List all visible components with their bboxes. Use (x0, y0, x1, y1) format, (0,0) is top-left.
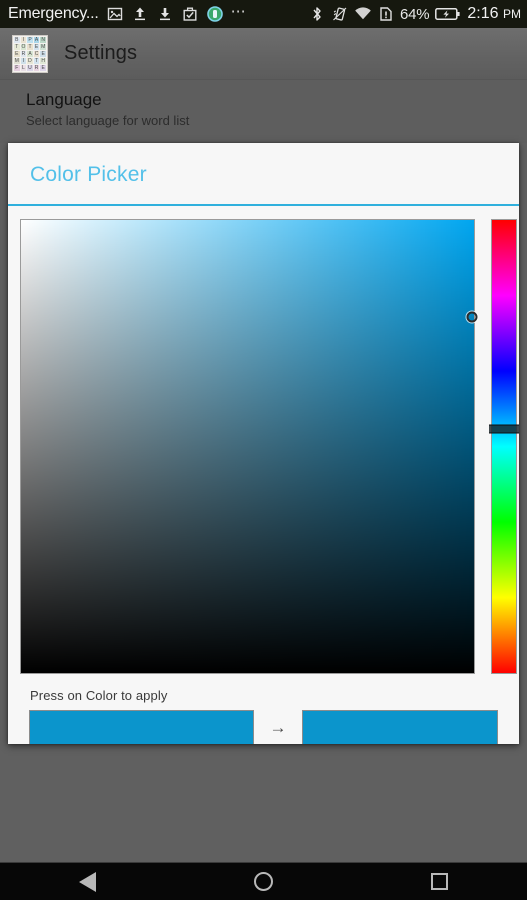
app-icon-cell: M (14, 57, 20, 64)
color-picker-dialog: Color Picker Press on Color to apply → (8, 143, 519, 744)
app-icon-cell: E (40, 50, 46, 57)
preference-item-language[interactable]: Language Select language for word list (0, 80, 527, 143)
app-icon-cell: M (40, 43, 46, 50)
preference-title: Language (26, 90, 102, 109)
app-icon-cell: U (27, 64, 33, 71)
swatch-row: → (20, 710, 507, 744)
app-icon-cell: C (33, 50, 40, 57)
recents-square-icon (430, 873, 448, 890)
app-icon-cell: E (40, 64, 46, 71)
picker-row (20, 219, 519, 674)
hue-slider-handle[interactable] (489, 424, 519, 434)
dialog-header: Color Picker (8, 143, 519, 206)
sim-alert-icon (377, 5, 395, 23)
status-bar: Emergency... ⋯ 64% 2:16 PM (0, 0, 527, 28)
android-nav-bar (0, 862, 527, 900)
app-icon-cell: I (20, 57, 27, 64)
picker-spacer (475, 219, 491, 674)
dialog-body: Press on Color to apply → (8, 206, 519, 744)
status-ticker-text: Emergency... (8, 5, 99, 22)
app-icon-cell: B (14, 36, 20, 43)
app-icon-cell: T (33, 57, 40, 64)
nav-home-button[interactable] (223, 863, 303, 900)
app-icon-cell: E (14, 50, 20, 57)
app-icon-cell: R (33, 64, 40, 71)
page-title: Settings (64, 42, 138, 64)
sv-black-layer (21, 220, 474, 673)
app-icon-cell: I (20, 36, 27, 43)
app-bar: BIPANTOTEMERACEMIDTHFLURE Settings (0, 28, 527, 80)
app-icon-cell: P (27, 36, 33, 43)
bluetooth-icon (308, 5, 326, 23)
upload-icon (131, 5, 149, 23)
app-icon-cell: R (20, 50, 27, 57)
phone-screen: Emergency... ⋯ 64% 2:16 PM B I P A N T O… (0, 0, 527, 900)
app-icon-cell: F (14, 64, 20, 71)
app-icon-cell: D (27, 57, 33, 64)
app-icon-cell: A (27, 50, 33, 57)
download-icon (156, 5, 174, 23)
word-grid-app-icon: BIPANTOTEMERACEMIDTHFLURE (12, 34, 48, 73)
app-icon-cell: E (33, 43, 40, 50)
app-icon-cell: A (33, 36, 40, 43)
hue-slider[interactable] (489, 219, 519, 674)
app-icon-cell: O (20, 43, 27, 50)
home-circle-icon (253, 872, 273, 891)
current-color-swatch[interactable] (29, 710, 254, 744)
saturation-value-area[interactable] (20, 219, 478, 674)
briefcase-check-icon (181, 5, 199, 23)
sv-cursor-handle[interactable] (466, 311, 478, 323)
app-icon-cell: H (40, 57, 46, 64)
battery-percent-label: 64% (399, 5, 430, 23)
apply-hint-label: Press on Color to apply (30, 688, 168, 703)
image-icon (106, 5, 124, 23)
app-icon-cell: L (20, 64, 27, 71)
dialog-title: Color Picker (30, 163, 147, 186)
new-color-swatch[interactable] (302, 710, 498, 744)
app-icon-cell: T (27, 43, 33, 50)
clock-period: PM (503, 7, 521, 21)
clock-time: 2:16 (467, 5, 499, 22)
wifi-icon (354, 5, 372, 23)
status-clock: 2:16 PM (467, 5, 521, 23)
app-icon-cell: T (14, 43, 20, 50)
status-bar-right: 64% 2:16 PM (308, 5, 521, 23)
battery-charging-icon (434, 5, 460, 23)
app-circle-icon (206, 5, 224, 23)
back-triangle-icon (79, 871, 97, 892)
app-icon-cell: N (40, 36, 46, 43)
vibrate-icon (331, 5, 349, 23)
preference-summary: Select language for word list (26, 113, 190, 128)
nav-back-button[interactable] (48, 863, 128, 900)
status-bar-left: Emergency... ⋯ (8, 4, 308, 24)
nav-recents-button[interactable] (399, 863, 479, 900)
arrow-icon: → (269, 718, 287, 737)
overflow-dots-icon: ⋯ (230, 3, 247, 20)
